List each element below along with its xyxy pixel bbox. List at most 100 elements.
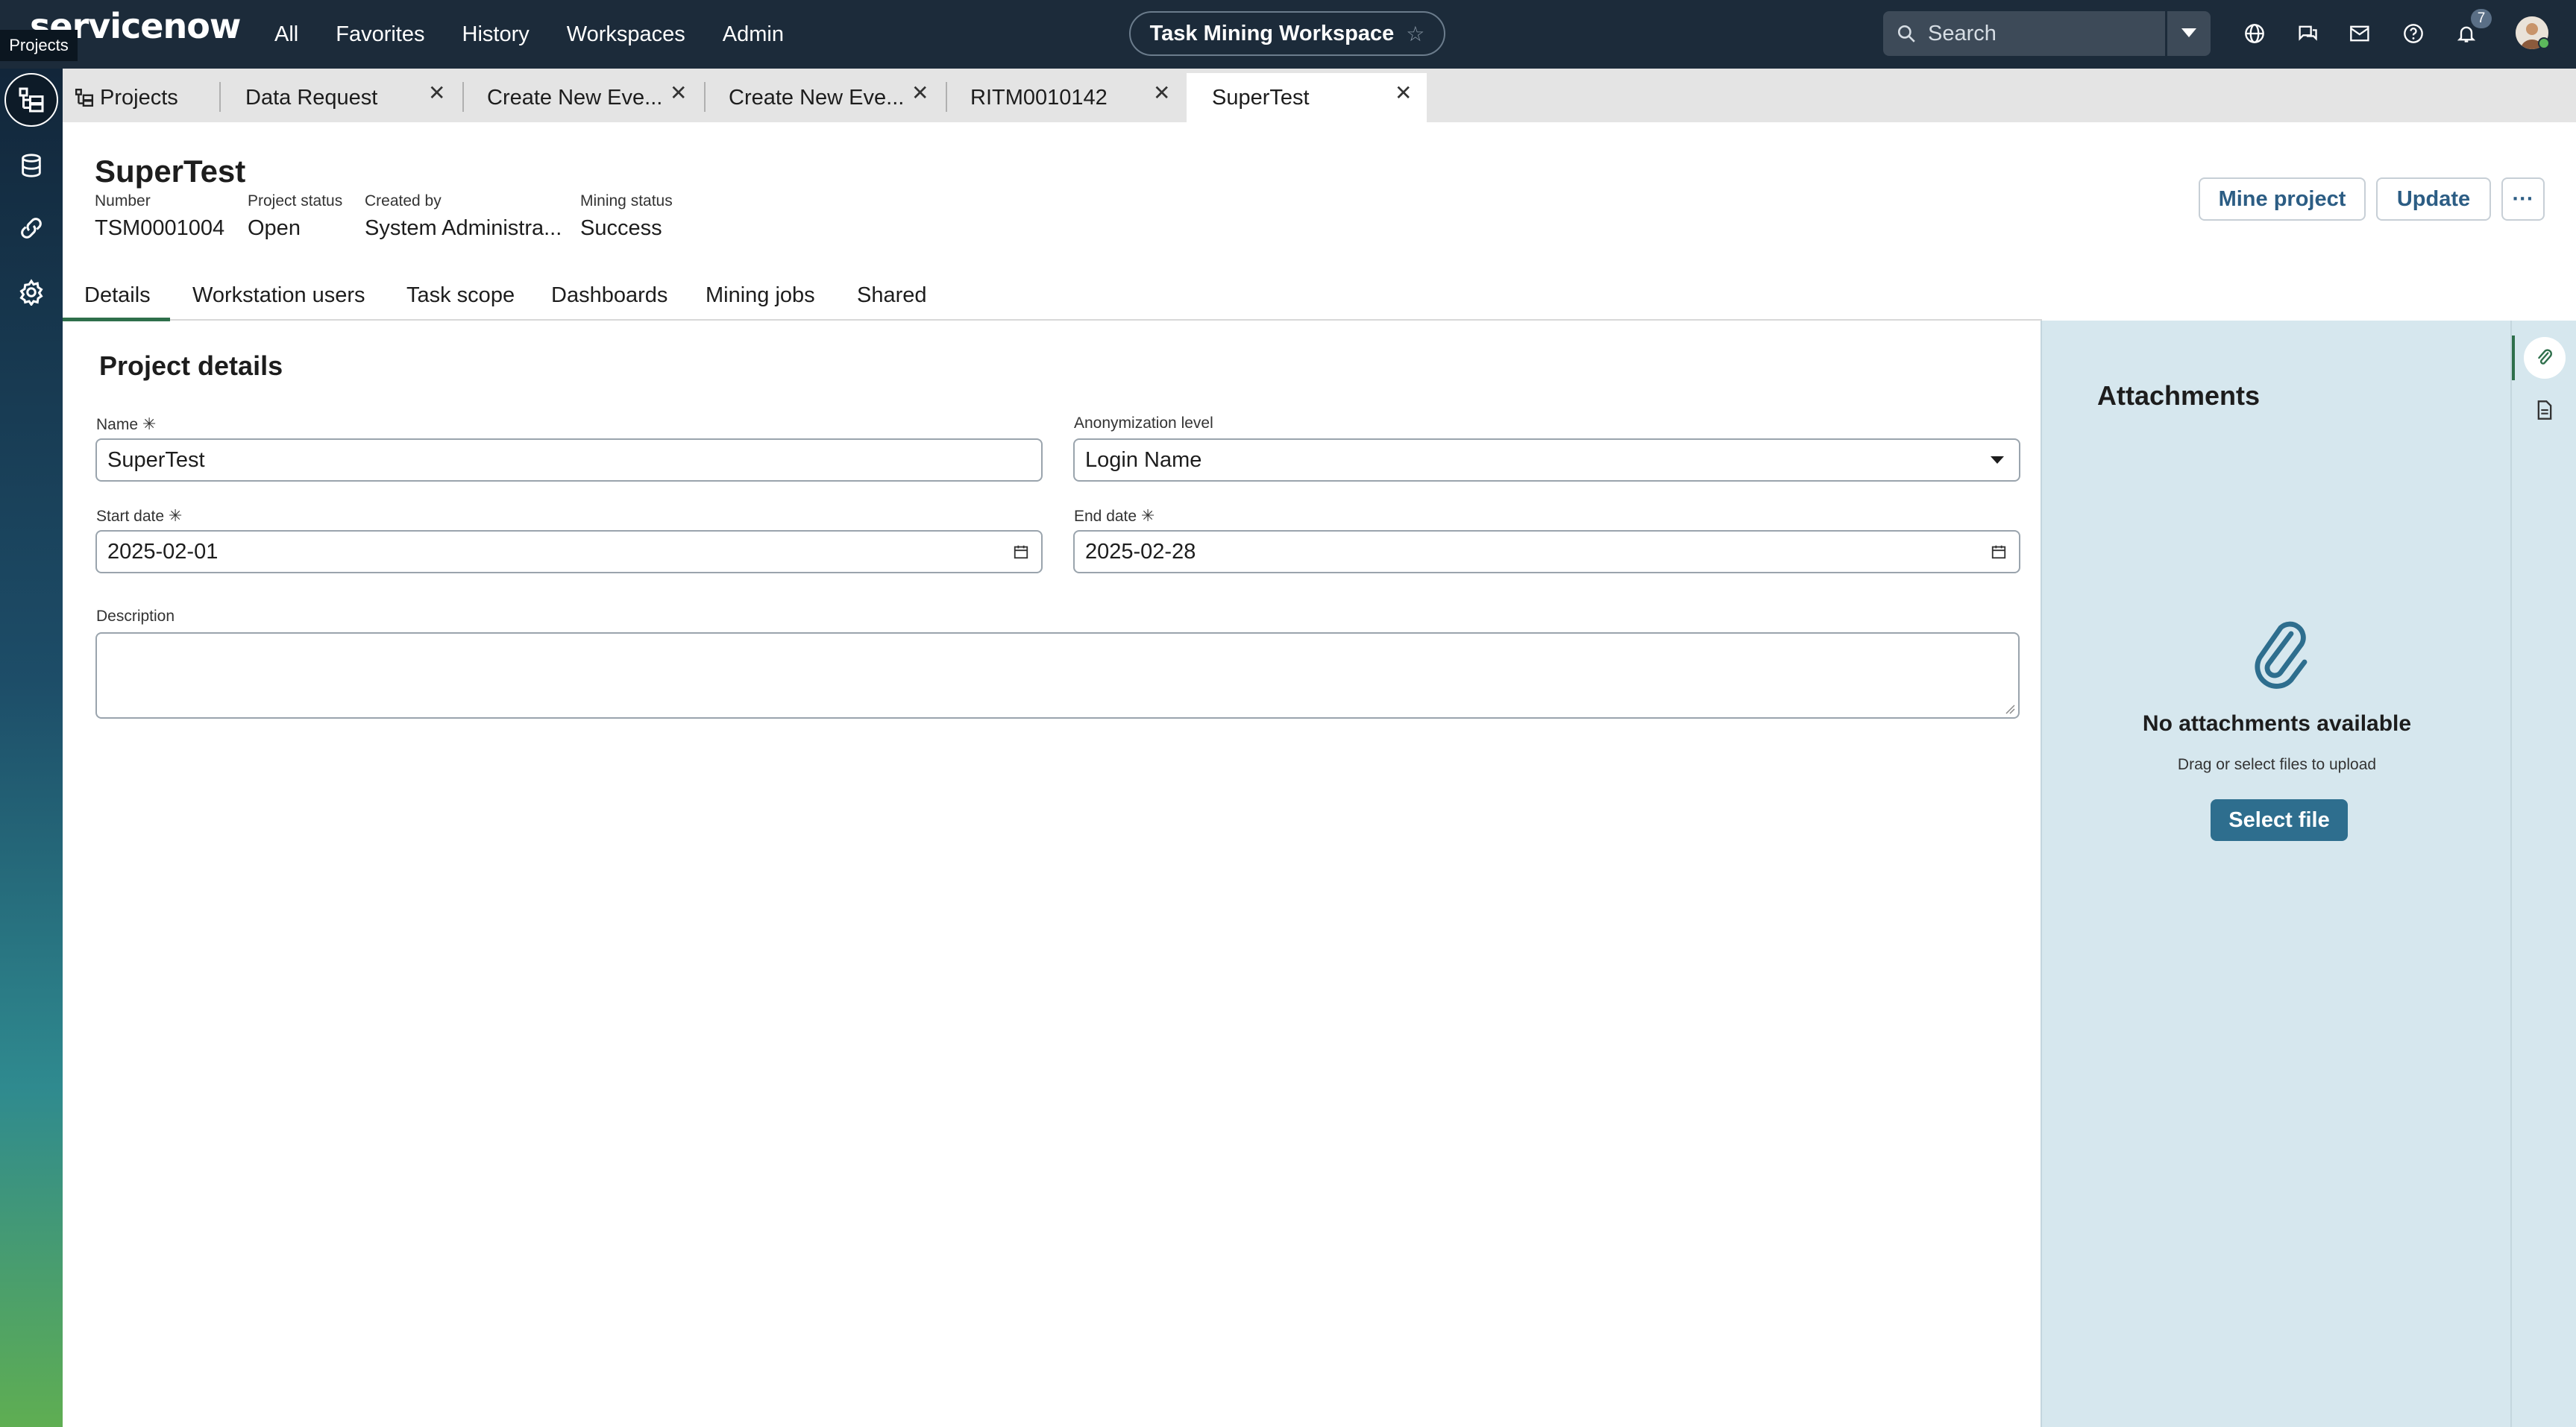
anonymization-select[interactable]: Login Name — [1073, 438, 2020, 482]
attachments-title: Attachments — [2097, 380, 2261, 411]
start-date-value: 2025-02-01 — [107, 539, 219, 564]
calendar-icon[interactable] — [1013, 544, 1029, 560]
tab-mining-jobs[interactable]: Mining jobs — [706, 283, 815, 308]
projects-icon[interactable] — [4, 73, 58, 127]
nav-workspaces[interactable]: Workspaces — [567, 22, 685, 47]
select-file-button[interactable]: Select file — [2211, 799, 2348, 841]
tab-data-request[interactable]: Data Request — [245, 73, 439, 122]
left-rail — [0, 69, 63, 1427]
close-icon[interactable]: ✕ — [911, 81, 929, 105]
document-icon[interactable] — [2524, 389, 2566, 431]
anonymization-label: Anonymization level — [1074, 415, 1213, 432]
calendar-icon[interactable] — [1991, 544, 2007, 560]
record-title: SuperTest — [95, 154, 246, 189]
search-icon — [1897, 25, 1915, 42]
close-icon[interactable]: ✕ — [1395, 81, 1412, 105]
label-text: Name — [96, 416, 139, 433]
active-strip-marker — [2512, 336, 2515, 380]
close-icon[interactable]: ✕ — [428, 81, 445, 105]
meta-mining-status: Mining status Success — [580, 192, 673, 241]
search-placeholder: Search — [1928, 21, 1997, 45]
globe-icon[interactable] — [2237, 16, 2272, 51]
database-icon[interactable] — [4, 139, 58, 192]
meta-value: System Administra... — [365, 216, 562, 240]
nav-all[interactable]: All — [274, 22, 298, 47]
tab-label: RITM0010142 — [970, 85, 1108, 110]
section-title: Project details — [99, 350, 283, 381]
empty-state-subtitle: Drag or select files to upload — [2177, 756, 2377, 773]
tab-details[interactable]: Details — [84, 283, 151, 308]
meta-project-status: Project status Open — [248, 192, 342, 241]
workspace-name-pill[interactable]: Task Mining Workspace ☆ — [1129, 11, 1445, 56]
projects-tab-icon — [75, 88, 94, 107]
tab-create-new-event-1[interactable]: Create New Eve... — [487, 73, 681, 122]
tab-workstation-users[interactable]: Workstation users — [192, 283, 365, 308]
anonymization-value: Login Name — [1085, 447, 1202, 472]
close-icon[interactable]: ✕ — [1153, 81, 1170, 105]
description-textarea[interactable] — [95, 632, 2020, 719]
required-icon: ✳ — [168, 506, 183, 525]
tab-label: SuperTest — [1212, 85, 1310, 110]
mine-project-button[interactable]: Mine project — [2199, 177, 2366, 221]
chat-icon[interactable] — [2290, 16, 2325, 51]
name-field[interactable]: SuperTest — [95, 438, 1043, 482]
tab-dashboards[interactable]: Dashboards — [551, 283, 667, 308]
tab-shared[interactable]: Shared — [857, 283, 927, 308]
required-icon: ✳ — [142, 415, 157, 433]
name-value: SuperTest — [107, 447, 205, 472]
tab-separator — [946, 82, 947, 112]
nav-history[interactable]: History — [462, 22, 530, 47]
empty-state-title: No attachments available — [2142, 711, 2412, 736]
description-label: Description — [96, 608, 175, 625]
record-tabs: Details Workstation users Task scope Das… — [63, 277, 2042, 321]
meta-label: Project status — [248, 192, 343, 210]
tab-ritm0010142[interactable]: RITM0010142 — [970, 73, 1164, 122]
active-tab-indicator — [63, 318, 170, 321]
attachments-panel: Attachments No attachments available Dra… — [2041, 321, 2510, 1427]
link-icon[interactable] — [4, 201, 58, 255]
end-date-value: 2025-02-28 — [1085, 539, 1196, 564]
meta-value: Open — [248, 216, 301, 240]
end-date-label: End date ✳ — [1074, 506, 1155, 526]
tab-label: Create New Eve... — [729, 85, 905, 110]
inbox-icon[interactable] — [2343, 16, 2378, 51]
end-date-field[interactable]: 2025-02-28 — [1073, 530, 2020, 573]
start-date-field[interactable]: 2025-02-01 — [95, 530, 1043, 573]
close-icon[interactable]: ✕ — [670, 81, 687, 105]
nav-favorites[interactable]: Favorites — [336, 22, 424, 47]
meta-created-by: Created by System Administra... — [365, 192, 562, 241]
nav-admin[interactable]: Admin — [723, 22, 784, 47]
start-date-label: Start date ✳ — [96, 506, 182, 526]
meta-label: Number — [95, 192, 151, 210]
meta-number: Number TSM0001004 — [95, 192, 224, 241]
star-icon[interactable]: ☆ — [1406, 22, 1424, 46]
top-navigation: servicenow All Favorites History Workspa… — [0, 0, 2576, 69]
tab-projects[interactable]: Projects — [75, 73, 209, 122]
nav-links: All Favorites History Workspaces Admin — [274, 0, 784, 69]
caret-down-icon — [1991, 456, 2004, 464]
label-text: End date — [1074, 508, 1137, 525]
tab-task-scope[interactable]: Task scope — [406, 283, 515, 308]
search-scope-dropdown[interactable] — [2167, 11, 2211, 56]
label-text: Start date — [96, 508, 165, 525]
search-input[interactable]: Search — [1883, 11, 2165, 56]
paperclip-icon — [2255, 621, 2308, 689]
tab-label: Data Request — [245, 85, 378, 110]
contextual-side-strip — [2510, 321, 2576, 1427]
resize-handle-icon[interactable] — [2005, 704, 2015, 714]
tab-supertest[interactable]: SuperTest — [1187, 73, 1427, 122]
gear-icon[interactable] — [4, 265, 58, 319]
workspace-tab-bar: Projects Data Request ✕ Create New Eve..… — [63, 69, 2576, 122]
notification-count-badge: 7 — [2471, 9, 2492, 28]
tab-separator — [462, 82, 464, 112]
meta-value: TSM0001004 — [95, 216, 225, 240]
help-icon[interactable] — [2396, 16, 2431, 51]
update-button[interactable]: Update — [2376, 177, 2491, 221]
meta-label: Mining status — [580, 192, 673, 210]
name-label: Name ✳ — [96, 415, 156, 434]
workspace-name: Task Mining Workspace — [1149, 21, 1395, 45]
tab-separator — [219, 82, 221, 112]
tab-create-new-event-2[interactable]: Create New Eve... — [729, 73, 923, 122]
more-actions-button[interactable]: ··· — [2501, 177, 2545, 221]
attachments-icon[interactable] — [2524, 337, 2566, 379]
